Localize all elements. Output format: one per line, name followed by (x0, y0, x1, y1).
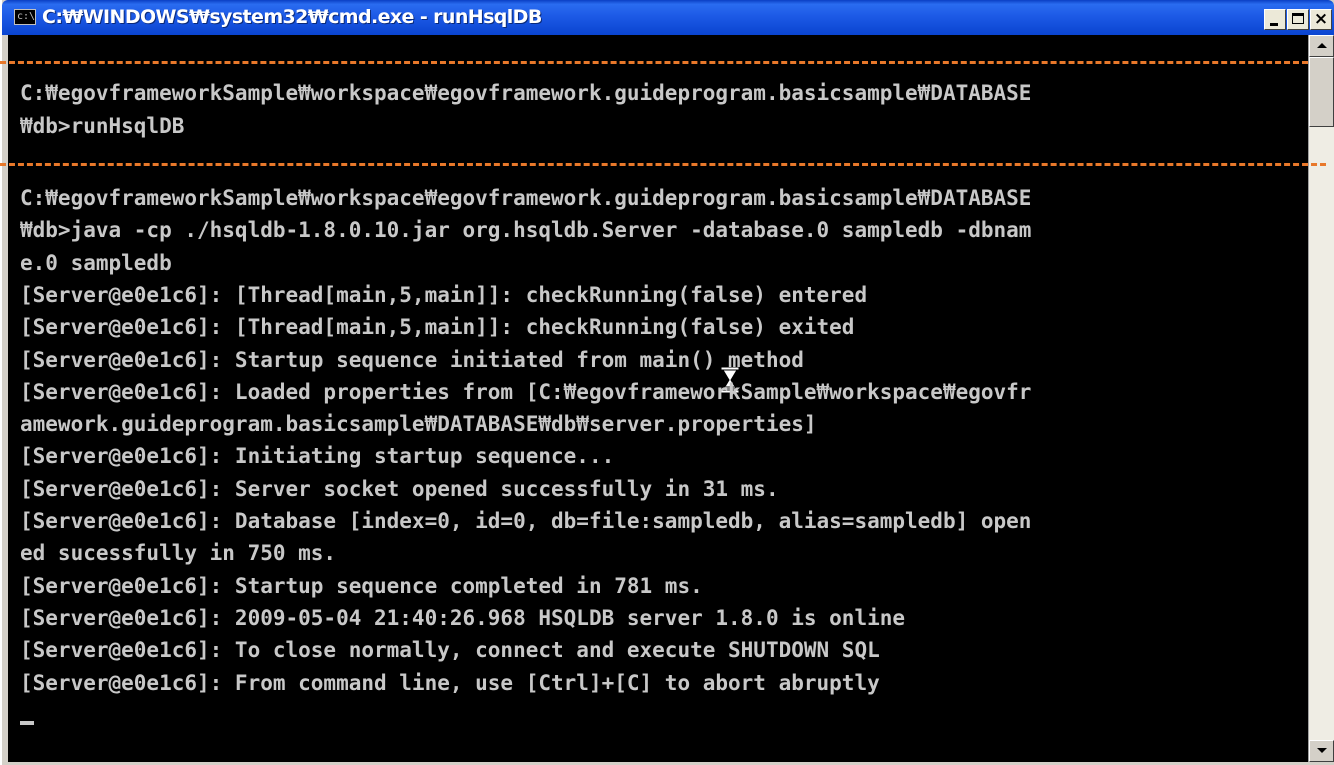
console-line: [Server@e0e1c6]: [Thread[main,5,main]]: … (20, 283, 868, 307)
console-line: amework.guideprogram.basicsample₩DATABAS… (20, 412, 817, 436)
console-line: [Server@e0e1c6]: To close normally, conn… (20, 638, 880, 662)
console-line: [Server@e0e1c6]: Startup sequence comple… (20, 574, 703, 598)
close-icon: × (1313, 9, 1329, 29)
scroll-thumb[interactable] (1309, 57, 1334, 127)
console-line: [Server@e0e1c6]: Startup sequence initia… (20, 348, 804, 372)
minimize-icon (1270, 23, 1278, 26)
console-line: [Server@e0e1c6]: From command line, use … (20, 671, 880, 695)
cmd-window: c:\ C:₩WINDOWS₩system32₩cmd.exe - runHsq… (2, 0, 1334, 765)
arrow-up-icon (1317, 43, 1327, 48)
window-title: C:₩WINDOWS₩system32₩cmd.exe - runHsqlDB (42, 6, 542, 28)
text-cursor (20, 721, 34, 725)
console-line: C:₩egovframeworkSample₩workspace₩egovfra… (20, 186, 1032, 210)
title-bar[interactable]: c:\ C:₩WINDOWS₩system32₩cmd.exe - runHsq… (2, 0, 1334, 35)
console-line: e.0 sampledb (20, 251, 172, 275)
maximize-button[interactable] (1287, 9, 1309, 30)
console-output[interactable]: C:₩egovframeworkSample₩workspace₩egovfra… (8, 35, 1308, 762)
close-button[interactable]: × (1310, 9, 1332, 30)
console-line: ₩db>runHsqlDB (20, 114, 185, 138)
console-line: [Server@e0e1c6]: Initiating startup sequ… (20, 444, 615, 468)
maximize-icon (1292, 13, 1304, 24)
arrow-down-icon (1317, 748, 1327, 753)
console-line: [Server@e0e1c6]: Server socket opened su… (20, 477, 779, 501)
console-line: [Server@e0e1c6]: 2009-05-04 21:40:26.968… (20, 606, 906, 630)
console-line: [Server@e0e1c6]: Loaded properties from … (20, 380, 1032, 404)
vertical-scrollbar[interactable] (1308, 35, 1334, 762)
console-line: C:₩egovframeworkSample₩workspace₩egovfra… (20, 81, 1032, 105)
console-line: [Server@e0e1c6]: [Thread[main,5,main]]: … (20, 315, 855, 339)
console-line: [Server@e0e1c6]: Database [index=0, id=0… (20, 509, 1032, 533)
highlight-dashed-line-bottom (0, 163, 1326, 166)
scroll-up-button[interactable] (1309, 35, 1334, 57)
minimize-button[interactable] (1264, 9, 1286, 30)
scroll-down-button[interactable] (1309, 740, 1334, 762)
console-line: ed sucessfully in 750 ms. (20, 541, 337, 565)
highlight-dashed-line-top (0, 61, 1308, 64)
console-line: ₩db>java -cp ./hsqldb-1.8.0.10.jar org.h… (20, 218, 1032, 242)
cmd-app-icon[interactable]: c:\ (14, 9, 36, 25)
